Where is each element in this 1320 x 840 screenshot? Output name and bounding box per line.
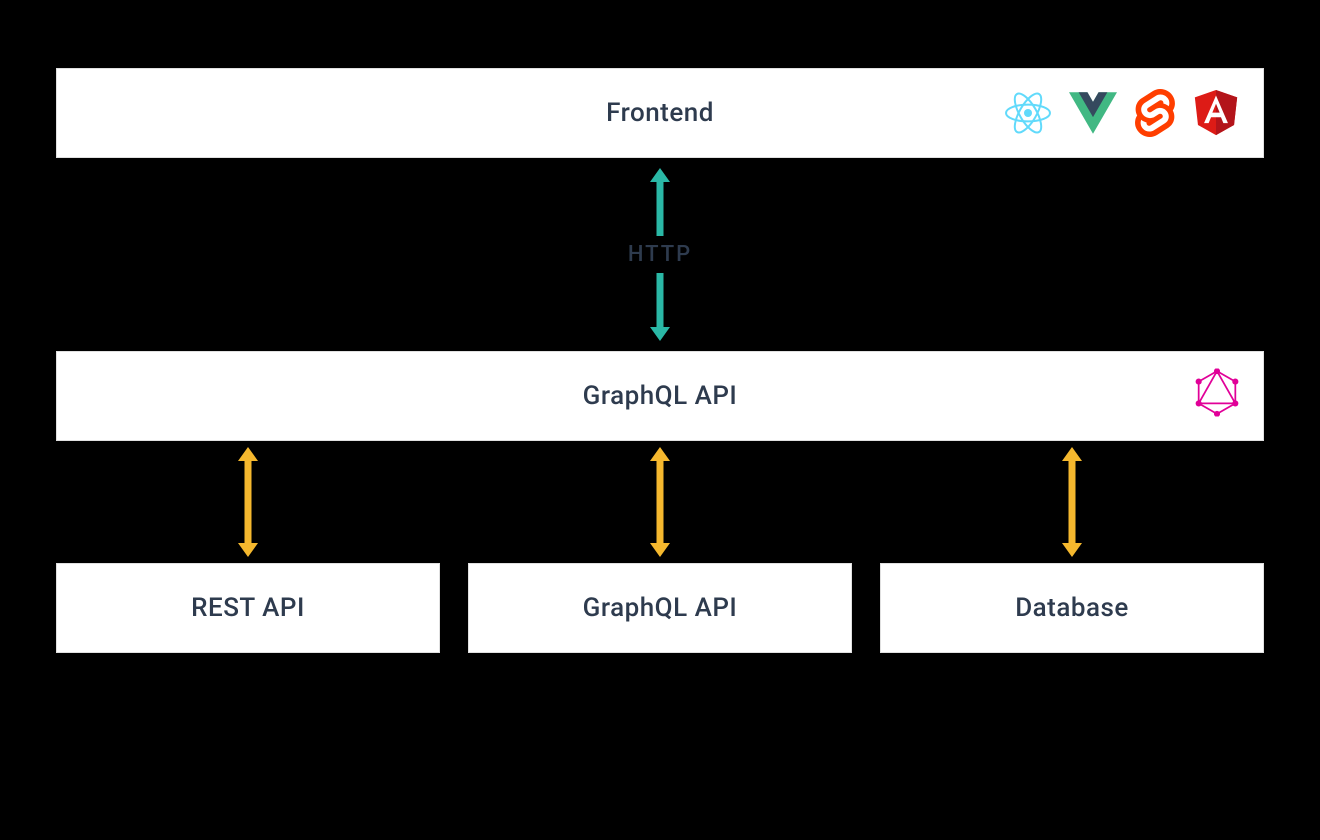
- backend-col-graphql: GraphQL API: [468, 441, 852, 653]
- backend-col-rest: REST API: [56, 441, 440, 653]
- double-arrow-icon: [236, 447, 260, 557]
- angular-icon: [1193, 89, 1239, 137]
- rest-api-label: REST API: [191, 593, 305, 623]
- frontend-box: Frontend: [56, 68, 1264, 158]
- connector-label: HTTP: [628, 242, 692, 267]
- database-label: Database: [1015, 593, 1129, 623]
- architecture-diagram: Frontend: [56, 68, 1264, 653]
- http-connector: HTTP: [628, 168, 692, 341]
- vue-icon: [1069, 91, 1117, 135]
- react-icon: [1005, 90, 1051, 136]
- arrow-down-icon: [648, 273, 672, 341]
- rest-api-box: REST API: [56, 563, 440, 653]
- frontend-icons: [1005, 89, 1239, 137]
- graphql-backend-label: GraphQL API: [583, 593, 738, 623]
- backends-row: REST API GraphQL API: [56, 441, 1264, 653]
- arrow-up-icon: [648, 168, 672, 236]
- frontend-label: Frontend: [606, 98, 714, 128]
- graphql-api-box: GraphQL API: [56, 351, 1264, 441]
- graphql-backend-box: GraphQL API: [468, 563, 852, 653]
- svelte-icon: [1135, 89, 1175, 137]
- database-box: Database: [880, 563, 1264, 653]
- graphql-api-label: GraphQL API: [583, 381, 738, 411]
- backend-col-database: Database: [880, 441, 1264, 653]
- double-arrow-icon: [1060, 447, 1084, 557]
- double-arrow-icon: [648, 447, 672, 557]
- graphql-icon: [1195, 369, 1239, 424]
